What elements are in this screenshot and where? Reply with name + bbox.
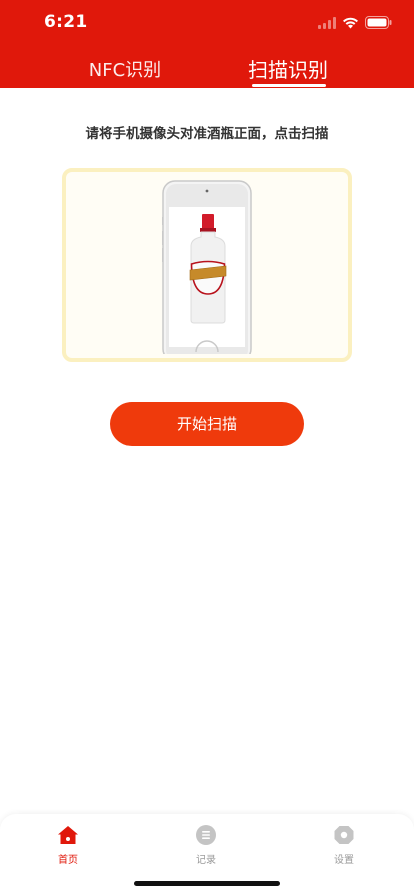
- home-icon: [58, 826, 78, 844]
- tab-scan[interactable]: 扫描识别: [240, 54, 336, 83]
- start-scan-button[interactable]: 开始扫描: [110, 402, 304, 446]
- home-indicator: [134, 881, 280, 886]
- tabbar-label-home: 首页: [58, 855, 78, 866]
- tabbar-item-settings[interactable]: 设置: [304, 824, 384, 866]
- instruction-text: 请将手机摄像头对准酒瓶正面，点击扫描: [85, 126, 329, 142]
- tab-bar-top: NFC识别 扫描识别: [0, 46, 414, 88]
- battery-icon: [365, 14, 392, 33]
- tab-nfc[interactable]: NFC识别: [72, 56, 178, 82]
- active-tab-indicator: [252, 84, 326, 87]
- status-bar: 6:21: [0, 0, 414, 46]
- scan-illustration: [62, 168, 352, 362]
- tabbar-label-records: 记录: [196, 855, 216, 866]
- tabbar-label-settings: 设置: [334, 855, 354, 866]
- settings-icon: [334, 826, 354, 844]
- tabbar-item-home[interactable]: 首页: [28, 824, 108, 866]
- wifi-icon: [342, 14, 359, 33]
- status-time: 6:21: [44, 12, 88, 32]
- list-icon: [196, 825, 216, 845]
- cellular-icon: [318, 14, 336, 33]
- header: 6:21 NFC识别 扫描识别: [0, 0, 414, 88]
- status-icons: [318, 14, 392, 33]
- tabbar-item-records[interactable]: 记录: [166, 824, 246, 866]
- phone-with-bottle-illustration: [162, 180, 252, 354]
